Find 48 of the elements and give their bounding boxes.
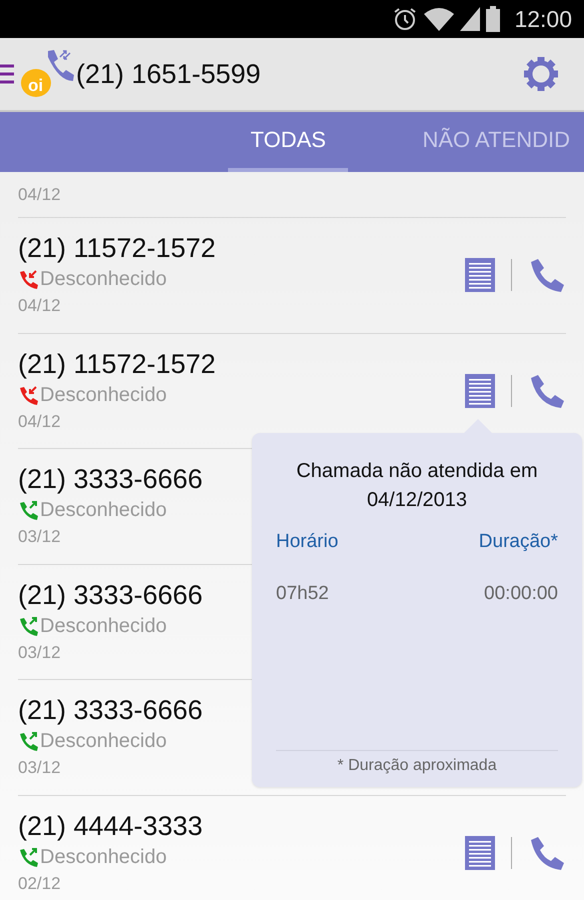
phone-number: (21) 3333-6666: [18, 694, 203, 728]
phone-number: (21) 3333-6666: [18, 463, 203, 496]
phone-number: (21) 11572-1572: [18, 232, 216, 266]
duration-heading: Duração*: [478, 530, 558, 552]
call-date: 04/12: [18, 295, 61, 318]
call-date: 02/12: [18, 872, 61, 895]
call-direction-icon: [18, 269, 38, 290]
call-time: 07h52: [276, 582, 329, 604]
battery-icon: [486, 6, 500, 32]
call-direction-icon: [18, 384, 38, 405]
details-icon[interactable]: [465, 258, 495, 292]
phone-number: (21) 4444-3333: [18, 810, 203, 843]
tab[interactable]: NÃO ATENDID: [408, 112, 584, 172]
phone-icon[interactable]: [528, 257, 564, 294]
call-direction-icon: [18, 500, 38, 520]
alarm-icon: [392, 6, 418, 32]
signal-icon: [460, 7, 480, 31]
call-duration: 00:00:00: [484, 582, 558, 604]
call-direction-icon: [18, 616, 38, 636]
contact-name: Desconhecido: [40, 267, 167, 292]
popup-title: Chamada não atendida em 04/12/2013: [295, 458, 539, 512]
call-direction-icon: [18, 846, 38, 867]
phone-icon[interactable]: [528, 834, 564, 871]
details-icon[interactable]: [465, 374, 495, 408]
call-date: 04/12: [18, 184, 61, 206]
call-date: 03/12: [18, 757, 61, 780]
app-logo: oi: [18, 49, 74, 99]
wifi-icon: [424, 7, 454, 31]
settings-icon[interactable]: [523, 56, 559, 92]
phone-number: (21) 11572-1572: [18, 348, 216, 381]
contact-name: Desconhecido: [40, 498, 167, 524]
contact-name: Desconhecido: [40, 614, 167, 639]
tab[interactable]: TODAS: [228, 112, 348, 172]
time-heading: Horário: [276, 530, 338, 552]
call-date: 03/12: [18, 526, 61, 548]
contact-name: Desconhecido: [40, 729, 167, 754]
call-direction-icon: [18, 731, 38, 752]
contact-name: Desconhecido: [40, 382, 167, 408]
footnote: * Duração aproximada: [276, 750, 558, 786]
phone-number-title: (21) 1651-5599: [76, 58, 261, 90]
call-date: 03/12: [18, 642, 61, 664]
phone-icon[interactable]: [528, 372, 564, 409]
phone-number: (21) 3333-6666: [18, 578, 203, 612]
details-icon[interactable]: [465, 836, 495, 870]
contact-name: Desconhecido: [40, 844, 167, 870]
menu-icon[interactable]: [0, 62, 14, 86]
call-date: 04/12: [18, 410, 61, 433]
clock-time: 12:00: [514, 6, 572, 32]
